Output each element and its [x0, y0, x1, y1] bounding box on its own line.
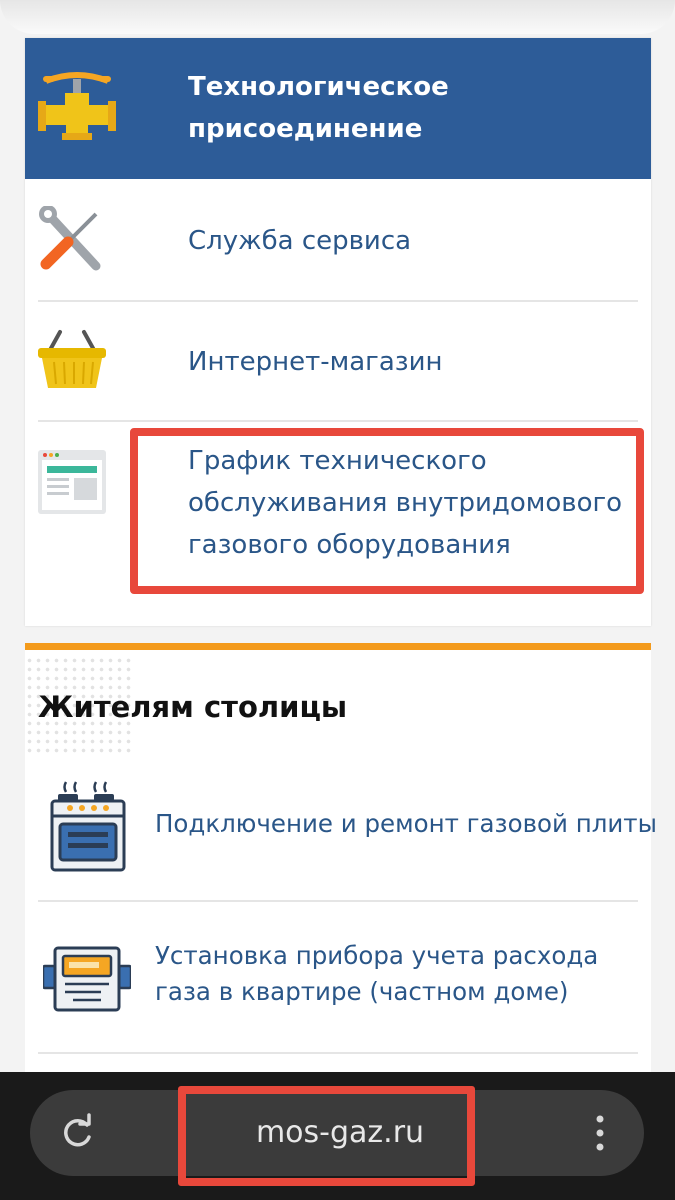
section-divider — [25, 643, 651, 650]
divider — [38, 1052, 638, 1054]
gas-stove-icon — [50, 780, 126, 872]
menu-item-shop[interactable]: Интернет-магазин — [25, 302, 651, 420]
reload-icon[interactable] — [56, 1112, 98, 1154]
gas-meter-icon — [41, 944, 133, 1014]
url-highlight-box — [178, 1086, 475, 1186]
service-item-label: Установка прибора учета расхода газа в к… — [155, 941, 599, 1006]
highlight-box — [130, 428, 644, 594]
menu-item-label: Интернет-магазин — [188, 347, 443, 377]
menu-item-label: Технологическое присоединение — [188, 72, 449, 144]
valve-pipe-icon — [38, 71, 116, 143]
schedule-document-icon — [38, 450, 106, 514]
menu-item-tech-connection[interactable]: Технологическое присоединение — [25, 38, 651, 179]
residents-section: Жителям столицы Подключение и ремонт газ… — [25, 650, 657, 1080]
menu-item-service[interactable]: Служба сервиса — [25, 179, 651, 301]
wrench-screwdriver-icon — [38, 205, 106, 274]
top-strip — [0, 0, 675, 34]
service-item-gas-meter[interactable]: Установка прибора учета расхода газа в к… — [25, 902, 651, 1052]
menu-item-label: Служба сервиса — [188, 226, 412, 256]
service-item-gas-stove[interactable]: Подключение и ремонт газовой плиты — [25, 750, 657, 900]
shopping-basket-icon — [38, 328, 106, 390]
section-title: Жителям столицы — [38, 690, 348, 724]
more-vert-icon[interactable] — [585, 1110, 615, 1156]
service-item-label: Подключение и ремонт газовой плиты — [155, 809, 657, 838]
